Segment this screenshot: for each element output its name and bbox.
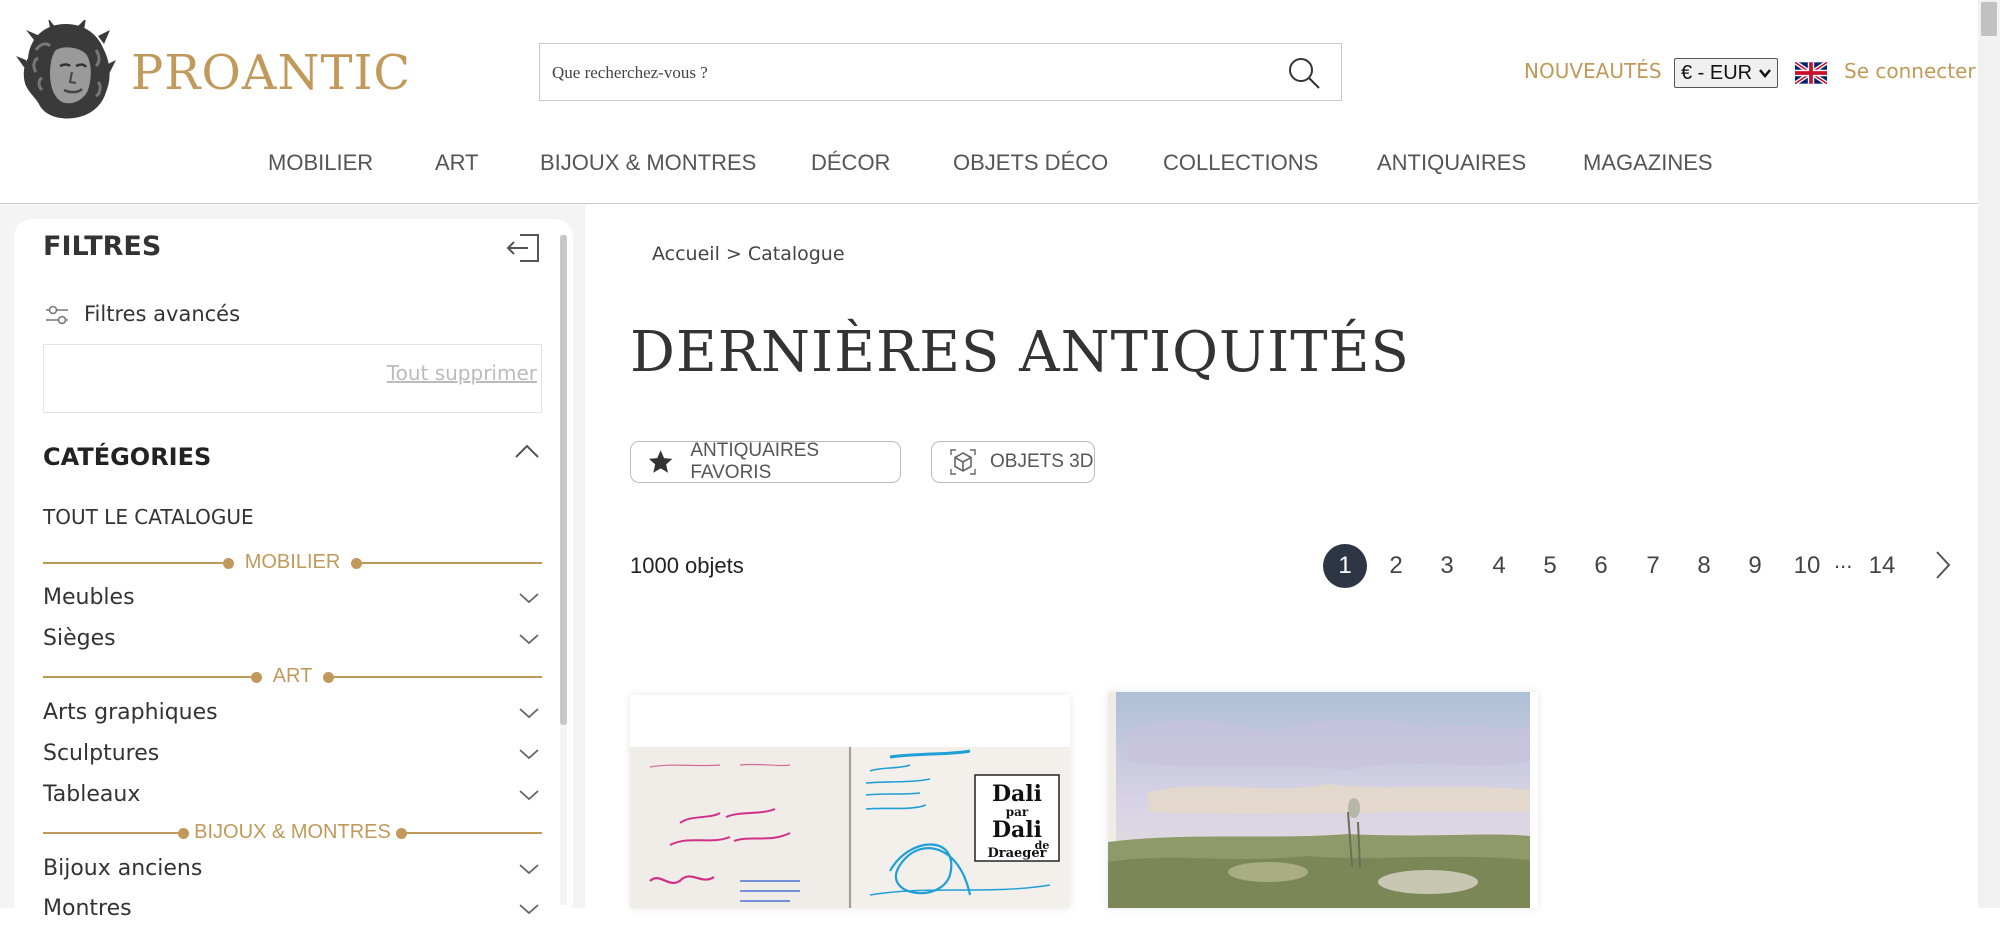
pagination-page-4[interactable]: 4: [1477, 544, 1521, 588]
chevron-down-icon[interactable]: [518, 747, 540, 761]
chevron-up-icon[interactable]: [513, 442, 541, 460]
category-label: Montres: [43, 896, 132, 921]
results-count: 1000 objets: [630, 553, 744, 578]
chevron-down-icon[interactable]: [518, 706, 540, 720]
nav-item-collections[interactable]: COLLECTIONS: [1163, 150, 1318, 176]
book-title-draeger: Draeger: [987, 846, 1046, 861]
category-label: Tableaux: [43, 782, 141, 807]
category-label: Sculptures: [43, 741, 160, 766]
sliders-icon[interactable]: [44, 304, 70, 326]
login-link[interactable]: Se connecter: [1844, 59, 1976, 83]
chevron-down-icon[interactable]: [518, 591, 540, 605]
category-row-montres[interactable]: Montres: [43, 896, 542, 926]
nav-item-mobilier[interactable]: MOBILIER: [268, 150, 373, 176]
filters-scrollbar-thumb[interactable]: [560, 235, 567, 725]
product-image-sketchbook[interactable]: Dali par Dali de Draeger: [630, 695, 1070, 908]
cube-3d-icon: [950, 449, 976, 475]
nav-item-magazines[interactable]: MAGAZINES: [1583, 150, 1713, 176]
nav-item-objets-deco[interactable]: OBJETS DÉCO: [953, 150, 1108, 176]
breadcrumb[interactable]: Accueil > Catalogue: [652, 243, 845, 265]
nav-item-antiquaires[interactable]: ANTIQUAIRES: [1377, 150, 1526, 176]
group-separator-bijoux-montres: BIJOUX & MONTRES: [43, 821, 542, 843]
product-card[interactable]: [1108, 692, 1538, 908]
chip-label: ANTIQUAIRES FAVORIS: [690, 440, 820, 483]
chevron-down-icon[interactable]: [518, 862, 540, 876]
category-row-bijoux-anciens[interactable]: Bijoux anciens: [43, 856, 542, 886]
separator-line: [334, 676, 542, 678]
main-nav: MOBILIER ART BIJOUX & MONTRES DÉCOR OBJE…: [0, 150, 1978, 180]
group-separator-art: ART: [43, 665, 542, 687]
3d-objects-chip[interactable]: OBJETS 3D: [931, 441, 1095, 483]
separator-dot: [323, 672, 334, 683]
currency-select[interactable]: € - EUR: [1674, 58, 1778, 88]
chevron-down-icon: [1759, 69, 1771, 78]
page-scrollbar-thumb[interactable]: [1981, 2, 1997, 36]
category-row-arts-graphiques[interactable]: Arts graphiques: [43, 700, 542, 730]
site-logo-text[interactable]: PROANTIC: [131, 43, 411, 103]
nav-item-art[interactable]: ART: [435, 150, 479, 176]
header-divider: [0, 203, 1978, 204]
favorite-dealers-chip[interactable]: ANTIQUAIRES FAVORIS: [630, 440, 901, 483]
category-row-tableaux[interactable]: Tableaux: [43, 782, 542, 812]
nouveautes-link[interactable]: NOUVEAUTÉS: [1524, 59, 1662, 83]
clear-all-filters-link[interactable]: Tout supprimer: [387, 361, 537, 385]
all-catalog-link[interactable]: TOUT LE CATALOGUE: [43, 505, 254, 529]
pagination-page-1[interactable]: 1: [1323, 544, 1367, 588]
nav-item-bijoux-montres[interactable]: BIJOUX & MONTRES: [540, 150, 756, 176]
pagination-page-7[interactable]: 7: [1631, 544, 1675, 588]
pagination-page-8[interactable]: 8: [1682, 544, 1726, 588]
group-separator-mobilier: MOBILIER: [43, 551, 542, 573]
page-scrollbar[interactable]: [1978, 0, 2000, 908]
nav-item-decor[interactable]: DÉCOR: [811, 150, 890, 176]
active-filters-box: Tout supprimer: [43, 344, 542, 413]
page-title: DERNIÈRES ANTIQUITÉS: [630, 320, 1410, 385]
pagination-ellipsis: ...: [1834, 548, 1853, 573]
separator-dot: [351, 558, 362, 569]
pagination-page-2[interactable]: 2: [1374, 544, 1418, 588]
proantic-logo-bust-icon[interactable]: [16, 20, 116, 123]
category-label: Sièges: [43, 626, 116, 651]
separator-line: [407, 832, 542, 834]
search-icon[interactable]: [1287, 56, 1321, 90]
pagination-page-6[interactable]: 6: [1579, 544, 1623, 588]
pagination-page-10[interactable]: 10: [1785, 544, 1829, 588]
category-label: Meubles: [43, 585, 135, 610]
product-card[interactable]: Dali par Dali de Draeger: [630, 695, 1070, 908]
category-row-sieges[interactable]: Sièges: [43, 626, 542, 656]
chevron-down-icon[interactable]: [518, 632, 540, 646]
chevron-down-icon[interactable]: [518, 902, 540, 916]
pagination-page-9[interactable]: 9: [1733, 544, 1777, 588]
separator-line: [362, 562, 542, 564]
chevron-right-icon[interactable]: [1934, 550, 1952, 580]
separator-dot: [396, 828, 407, 839]
category-label: Bijoux anciens: [43, 856, 203, 881]
star-icon: [648, 450, 673, 473]
pagination-page-14[interactable]: 14: [1860, 544, 1904, 588]
pagination-page-3[interactable]: 3: [1425, 544, 1469, 588]
chip-label: OBJETS 3D: [990, 451, 1094, 472]
search-bar[interactable]: [539, 43, 1342, 102]
search-input[interactable]: [550, 44, 1254, 102]
chevron-down-icon[interactable]: [518, 788, 540, 802]
pagination-page-5[interactable]: 5: [1528, 544, 1572, 588]
category-row-meubles[interactable]: Meubles: [43, 585, 542, 615]
filters-title: FILTRES: [43, 231, 162, 262]
categories-title: CATÉGORIES: [43, 443, 212, 471]
uk-flag-icon[interactable]: [1795, 62, 1827, 84]
book-title-dali: Dali: [992, 781, 1042, 807]
category-row-sculptures[interactable]: Sculptures: [43, 741, 542, 771]
category-label: Arts graphiques: [43, 700, 218, 725]
product-image-landscape-painting[interactable]: [1108, 692, 1538, 908]
collapse-panel-icon[interactable]: [506, 233, 540, 263]
advanced-filters-link[interactable]: Filtres avancés: [84, 302, 240, 326]
currency-value: € - EUR: [1681, 62, 1753, 84]
